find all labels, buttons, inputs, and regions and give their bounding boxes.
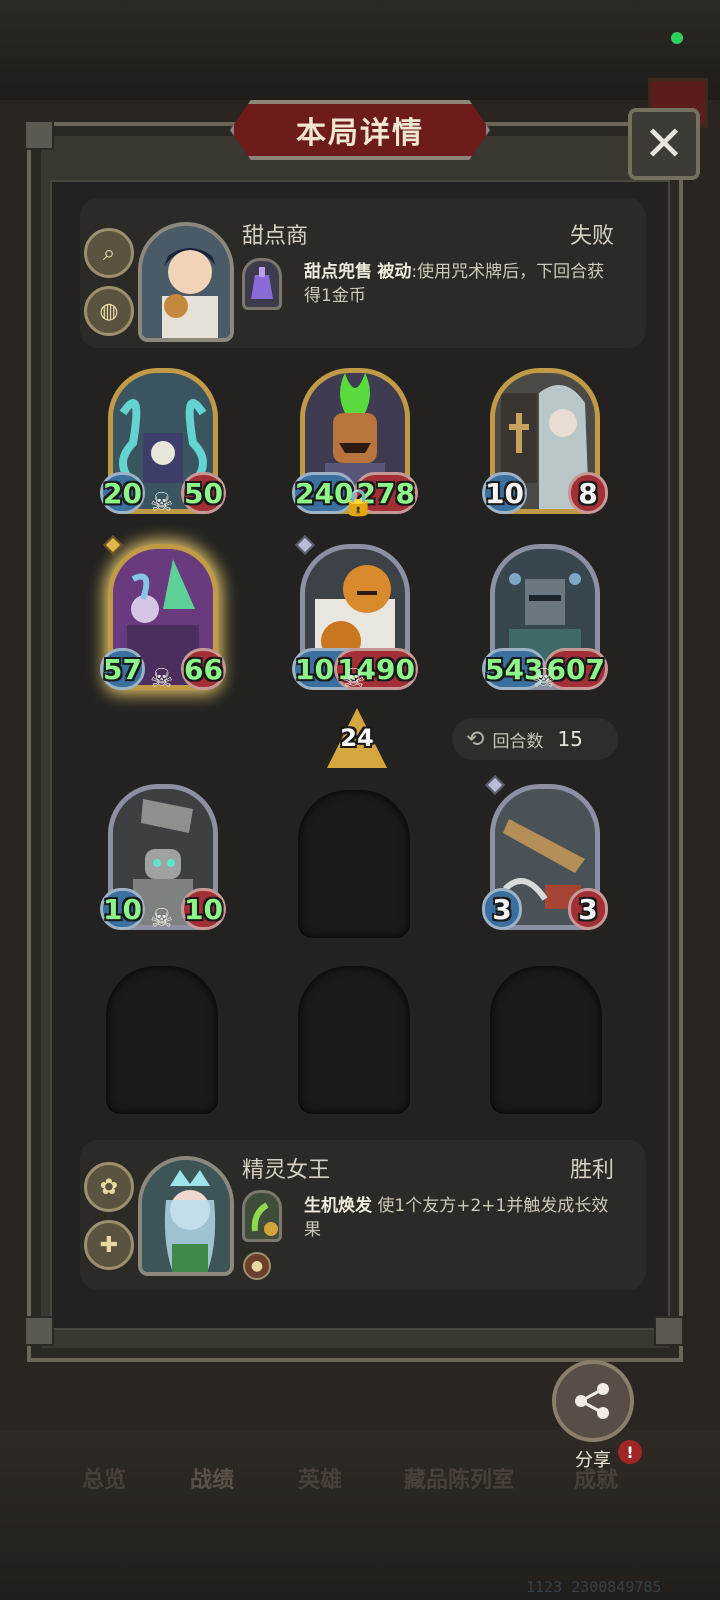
opponent-skill-name: 甜点兜售 <box>304 262 372 282</box>
player-result: 胜利 <box>570 1158 615 1183</box>
close-icon: ✕ <box>643 116 685 172</box>
minion-health: 10 <box>181 888 226 930</box>
minion-card[interactable]: 57 66 ☠ <box>100 535 226 694</box>
dessert-icon[interactable]: ◍ <box>84 286 134 336</box>
minion-health: 8 <box>568 472 608 514</box>
lock-icon: 🔒 <box>342 488 375 518</box>
minion-attack: 10 <box>100 888 145 930</box>
rounds-value: 15 <box>557 727 583 751</box>
minion-card[interactable]: 1068 1490 ☠ <box>292 535 418 694</box>
potion-skill-icon[interactable] <box>242 258 282 310</box>
top-background <box>0 0 720 100</box>
frame-corner <box>24 120 54 150</box>
minion-attack: 3 <box>482 888 522 930</box>
share-icon <box>575 1383 609 1419</box>
minion-card[interactable]: 10 10 ☠ <box>100 784 226 934</box>
rounds-counter: ⟲ 回合数 15 <box>452 718 618 760</box>
tier-number: 24 <box>340 724 374 752</box>
empty-slot <box>298 790 410 938</box>
skull-icon: ☠ <box>150 664 174 694</box>
frame-corner <box>24 1316 54 1346</box>
empty-slot <box>106 966 218 1114</box>
close-button[interactable]: ✕ <box>628 108 700 180</box>
refresh-icon: ⟲ <box>466 726 485 752</box>
alert-badge: ! <box>618 1440 642 1464</box>
skull-icon: ☠ <box>532 664 556 694</box>
minion-card[interactable]: 240 278 🔒 <box>292 368 418 518</box>
status-indicator <box>671 32 683 44</box>
minion-card[interactable]: 543 607 ☠ <box>482 544 608 694</box>
minion-card[interactable]: 3 3 <box>482 775 608 934</box>
magnifier-icon[interactable]: ⌕ <box>84 228 134 278</box>
nav-records[interactable]: 战绩 <box>190 1462 234 1494</box>
minion-attack: 10 <box>482 472 527 514</box>
nav-overview[interactable]: 总览 <box>82 1462 126 1494</box>
minion-card[interactable]: 20 50 ☠ <box>100 368 226 518</box>
player-portrait[interactable] <box>138 1156 234 1276</box>
empty-slot <box>298 966 410 1114</box>
opponent-name: 甜点商 <box>242 224 309 249</box>
player-name: 精灵女王 <box>242 1158 331 1183</box>
share-button[interactable] <box>552 1360 634 1442</box>
empty-slot <box>490 966 602 1114</box>
minion-attack: 20 <box>100 472 145 514</box>
user-id: 1123 2300849785 <box>526 1578 662 1596</box>
nav-collection[interactable]: 藏品陈列室 <box>404 1462 514 1494</box>
cake-icon[interactable]: ✿ <box>84 1162 134 1212</box>
frame-corner <box>654 1316 684 1346</box>
coin-icon: ● <box>243 1252 271 1280</box>
minion-health: 66 <box>181 648 226 690</box>
skull-icon: ☠ <box>150 904 174 934</box>
opponent-result: 失败 <box>570 224 615 249</box>
minion-card[interactable]: 10 8 <box>482 368 608 518</box>
rounds-label: 回合数 <box>492 731 544 752</box>
title-ribbon: 本局详情 <box>230 100 490 160</box>
sign-icon[interactable]: ✚ <box>84 1220 134 1270</box>
minion-health: 50 <box>181 472 226 514</box>
opponent-portrait[interactable] <box>138 222 234 342</box>
nav-heroes[interactable]: 英雄 <box>298 1462 342 1494</box>
opponent-skill-type: 被动 <box>377 262 412 282</box>
sprout-skill-icon[interactable] <box>242 1190 282 1242</box>
minion-health: 3 <box>568 888 608 930</box>
opponent-skill-description: 甜点兜售 被动:使用咒术牌后，下回合获得1金币 <box>304 260 618 308</box>
player-skill-description: 生机焕发 使1个友方+2+1并触发成长效果 <box>304 1194 618 1242</box>
page-title: 本局详情 <box>296 116 424 151</box>
skull-icon: ☠ <box>150 488 174 518</box>
skull-icon: ☠ <box>342 664 366 694</box>
player-skill-name: 生机焕发 <box>304 1196 372 1216</box>
minion-attack: 57 <box>100 648 145 690</box>
